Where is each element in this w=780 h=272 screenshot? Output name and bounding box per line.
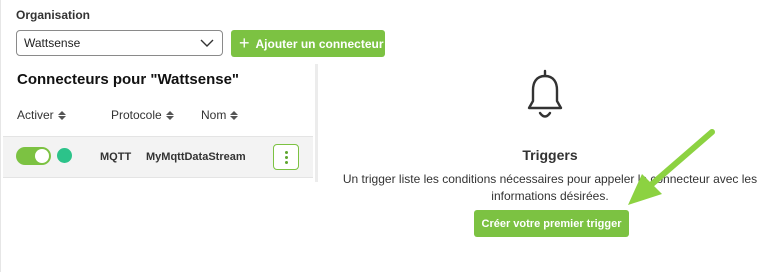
- add-connector-label: Ajouter un connecteur: [255, 36, 384, 51]
- column-header-protocole[interactable]: Protocole: [111, 108, 174, 122]
- plus-icon: +: [239, 32, 250, 53]
- protocol-cell: MQTT: [100, 151, 132, 163]
- organisation-select[interactable]: Wattsense: [16, 30, 223, 56]
- left-border: [0, 0, 1, 272]
- column-header-activer[interactable]: Activer: [17, 108, 66, 122]
- enable-toggle[interactable]: [16, 147, 51, 165]
- triggers-description: Un trigger liste les conditions nécessai…: [342, 172, 758, 203]
- triggers-title: Triggers: [522, 147, 578, 163]
- create-trigger-button[interactable]: Créer votre premier trigger: [474, 210, 629, 237]
- organisation-label: Organisation: [16, 8, 91, 22]
- connectors-title: Connecteurs pour "Wattsense": [17, 71, 240, 88]
- column-header-activer-label: Activer: [17, 108, 54, 122]
- table-row[interactable]: MQTT MyMqttDataStream: [3, 136, 313, 178]
- more-options-button[interactable]: [273, 144, 299, 170]
- add-connector-button[interactable]: + Ajouter un connecteur: [231, 30, 385, 57]
- sort-icon: [230, 110, 239, 120]
- column-header-nom[interactable]: Nom: [201, 108, 239, 122]
- chevron-down-icon: [200, 39, 214, 47]
- sort-icon: [165, 110, 174, 120]
- toggle-knob: [35, 149, 49, 163]
- organisation-select-value: Wattsense: [24, 36, 81, 50]
- panel-divider: [315, 64, 318, 182]
- status-indicator: [57, 148, 72, 163]
- column-header-nom-label: Nom: [201, 108, 227, 122]
- name-cell: MyMqttDataStream: [146, 151, 246, 163]
- bell-icon: [527, 69, 563, 118]
- sort-icon: [57, 110, 66, 120]
- column-header-protocole-label: Protocole: [111, 108, 162, 122]
